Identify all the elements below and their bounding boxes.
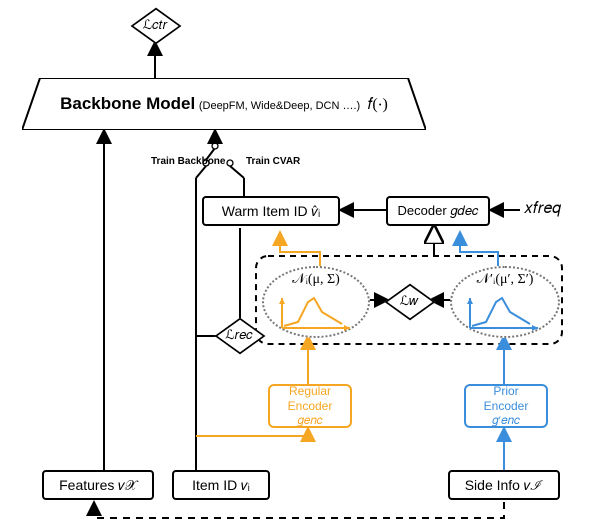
regular-encoder-l2: Encoder (288, 399, 333, 413)
prior-encoder-fn: 𝑔′𝑒𝑛𝑐 (492, 413, 520, 427)
regular-encoder-fn: 𝑔𝑒𝑛𝑐 (297, 413, 323, 427)
backbone-fn: 𝑓(⋅) (367, 96, 387, 113)
prior-encoder-l1: Prior (493, 384, 518, 398)
x-freq-label: 𝑥𝑓𝑟𝑒𝑞 (524, 200, 561, 218)
loss-w-diamond: ℒ𝑤 (386, 284, 432, 318)
decoder-label: Decoder 𝑔𝑑𝑒𝑐 (398, 203, 479, 219)
decoder-box: Decoder 𝑔𝑑𝑒𝑐 (386, 196, 490, 226)
regular-encoder-l1: Regular (289, 384, 331, 398)
regular-encoder-box: Regular Encoder 𝑔𝑒𝑛𝑐 (268, 384, 352, 428)
item-id-label: Item ID 𝑣ᵢ (192, 477, 250, 494)
switch-train-backbone-label: Train Backbone (151, 156, 225, 167)
prior-encoder-box: Prior Encoder 𝑔′𝑒𝑛𝑐 (464, 384, 548, 428)
loss-rec-diamond: ℒ𝑟𝑒𝑐 (216, 318, 262, 352)
warm-item-id-box: Warm Item ID 𝑣̂ᵢ (202, 196, 340, 226)
backbone-model-block: Backbone Model (DeepFM, Wide&Deep, DCN …… (22, 78, 426, 130)
side-info-label: Side Info 𝑣ℐ (465, 477, 544, 494)
item-id-box: Item ID 𝑣ᵢ (172, 470, 270, 500)
loss-ctr-label: ℒ𝑐𝑡𝑟 (143, 17, 168, 33)
dist-regular-ellipse: 𝒩ᵢ(μ, Σ) (262, 266, 370, 338)
loss-w-label: ℒ𝑤 (400, 293, 418, 309)
features-box: Features 𝑣𝒳 (42, 470, 154, 500)
dist-prior-ellipse: 𝒩′ᵢ(μ′, Σ′) (450, 266, 560, 338)
backbone-sub: (DeepFM, Wide&Deep, DCN ….) (199, 100, 360, 112)
warm-item-id-label: Warm Item ID 𝑣̂ᵢ (222, 203, 320, 220)
loss-ctr-diamond: ℒ𝑐𝑡𝑟 (132, 8, 178, 42)
side-info-box: Side Info 𝑣ℐ (448, 470, 560, 500)
features-label: Features 𝑣𝒳 (59, 477, 137, 494)
switch-train-cvar-label: Train CVAR (246, 156, 300, 167)
prior-encoder-l2: Encoder (484, 399, 529, 413)
loss-rec-label: ℒ𝑟𝑒𝑐 (225, 327, 253, 343)
backbone-title: Backbone Model (60, 94, 195, 113)
